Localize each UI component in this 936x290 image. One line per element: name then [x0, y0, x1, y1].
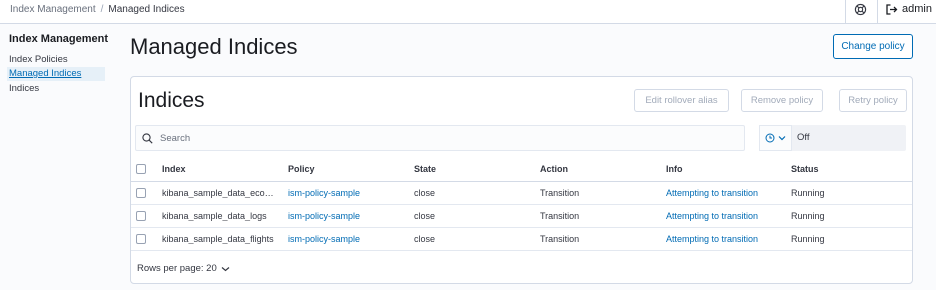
- header-divider: [877, 0, 878, 24]
- edit-rollover-alias-button[interactable]: Edit rollover alias: [634, 89, 729, 112]
- select-all-checkbox[interactable]: [136, 163, 146, 174]
- breadcrumb-managed-indices: Managed Indices: [108, 4, 185, 15]
- column-header-action[interactable]: Action: [540, 157, 666, 182]
- managed-indices-table: Index Policy State Action Info Status ki…: [131, 157, 912, 251]
- breadcrumb-index-management[interactable]: Index Management: [10, 4, 96, 16]
- cell-policy: ism-policy-sample: [288, 204, 414, 228]
- cell-state: close: [414, 227, 540, 251]
- breadcrumb: Index Management / Managed Indices: [10, 4, 185, 16]
- rows-per-page-label: Rows per page: 20: [137, 263, 217, 274]
- top-header: Index Management / Managed Indices admin: [0, 0, 936, 24]
- cell-status: Running: [791, 227, 912, 251]
- search-icon: [142, 133, 153, 144]
- row-checkbox[interactable]: [136, 187, 146, 198]
- cell-info: Attempting to transition: [666, 204, 791, 228]
- cell-state: close: [414, 204, 540, 228]
- sidebar-item-indices[interactable]: Indices: [7, 82, 105, 96]
- info-link[interactable]: Attempting to transition: [666, 188, 758, 198]
- index-name: kibana_sample_data_ecommerce: [162, 187, 274, 198]
- row-checkbox[interactable]: [136, 233, 146, 244]
- info-link[interactable]: Attempting to transition: [666, 211, 758, 221]
- policy-link[interactable]: ism-policy-sample: [288, 234, 360, 244]
- page-title: Managed Indices: [130, 34, 298, 59]
- refresh-interval-value: Off: [797, 132, 810, 143]
- header-divider: [845, 0, 846, 24]
- panel-title: Indices: [138, 89, 205, 112]
- info-link[interactable]: Attempting to transition: [666, 234, 758, 244]
- select-all-cell: [131, 157, 162, 182]
- refresh-interval: Off: [759, 125, 906, 151]
- user-menu[interactable]: admin: [886, 3, 932, 15]
- sidebar-title: Index Management: [9, 33, 109, 45]
- cell-index: kibana_sample_data_logs: [162, 204, 288, 228]
- sidebar-item-index-policies[interactable]: Index Policies: [7, 53, 105, 67]
- retry-policy-button[interactable]: Retry policy: [839, 89, 907, 112]
- policy-link[interactable]: ism-policy-sample: [288, 211, 360, 221]
- sidebar-item-managed-indices[interactable]: Managed Indices: [7, 67, 105, 81]
- table-row: kibana_sample_data_ecommerce ism-policy-…: [131, 181, 912, 205]
- table-header-row: Index Policy State Action Info Status: [131, 157, 912, 182]
- search-input[interactable]: [160, 126, 740, 150]
- column-header-info[interactable]: Info: [666, 157, 791, 182]
- remove-policy-button[interactable]: Remove policy: [741, 89, 823, 112]
- policy-link[interactable]: ism-policy-sample: [288, 188, 360, 198]
- indices-panel: Indices Edit rollover alias Remove polic…: [130, 76, 913, 284]
- clock-icon: [765, 133, 775, 143]
- chevron-down-icon: [221, 266, 230, 271]
- search-field: [135, 125, 745, 151]
- table-row: kibana_sample_data_flights ism-policy-sa…: [131, 227, 912, 251]
- chevron-down-icon: [778, 136, 786, 141]
- rows-per-page-selector[interactable]: Rows per page: 20: [137, 263, 230, 274]
- row-select-cell: [131, 227, 162, 251]
- breadcrumb-separator: /: [100, 4, 104, 15]
- cell-info: Attempting to transition: [666, 181, 791, 205]
- cell-action: Transition: [540, 227, 666, 251]
- cell-status: Running: [791, 204, 912, 228]
- column-header-status[interactable]: Status: [791, 157, 912, 182]
- cell-index: kibana_sample_data_flights: [162, 227, 288, 251]
- cell-status: Running: [791, 181, 912, 205]
- change-policy-button[interactable]: Change policy: [833, 34, 913, 59]
- cell-policy: ism-policy-sample: [288, 181, 414, 205]
- index-name: kibana_sample_data_logs: [162, 210, 267, 221]
- cell-action: Transition: [540, 181, 666, 205]
- cell-policy: ism-policy-sample: [288, 227, 414, 251]
- refresh-interval-button[interactable]: [759, 125, 792, 151]
- column-header-state[interactable]: State: [414, 157, 540, 182]
- index-name: kibana_sample_data_flights: [162, 233, 274, 244]
- cell-action: Transition: [540, 204, 666, 228]
- cell-index: kibana_sample_data_ecommerce: [162, 181, 288, 205]
- row-checkbox[interactable]: [136, 210, 146, 221]
- column-header-policy[interactable]: Policy: [288, 157, 414, 182]
- cell-info: Attempting to transition: [666, 227, 791, 251]
- row-select-cell: [131, 181, 162, 205]
- column-header-index[interactable]: Index: [162, 157, 288, 182]
- logout-icon: [886, 3, 898, 15]
- sidebar: Index Management Index Policies Managed …: [0, 25, 120, 290]
- table-row: kibana_sample_data_logs ism-policy-sampl…: [131, 204, 912, 228]
- row-select-cell: [131, 204, 162, 228]
- cell-state: close: [414, 181, 540, 205]
- help-icon[interactable]: [854, 3, 867, 16]
- user-name: admin: [902, 3, 932, 15]
